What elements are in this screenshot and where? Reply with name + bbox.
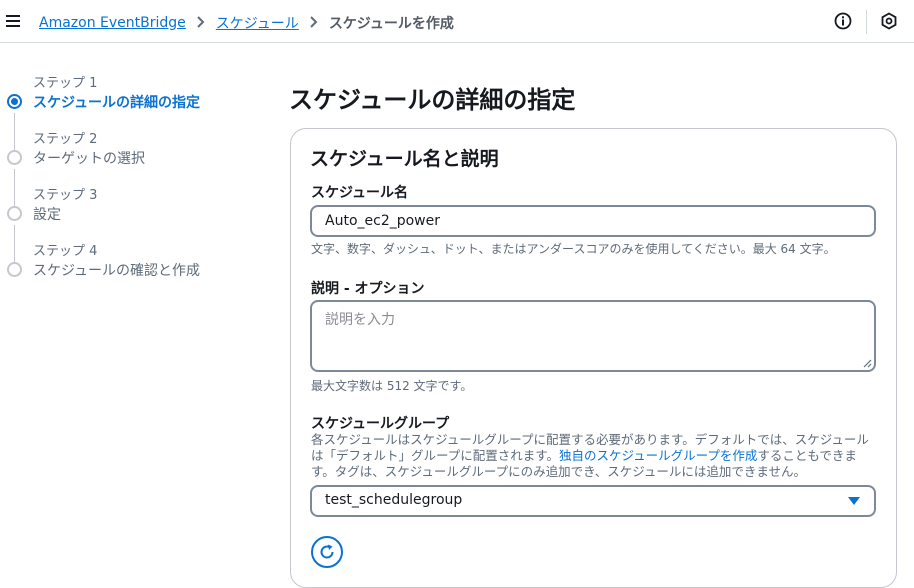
step-title: スケジュールの確認と作成 bbox=[33, 263, 201, 279]
step-connector bbox=[14, 169, 15, 209]
description-placeholder: 説明を入力 bbox=[325, 312, 395, 328]
schedule-group-description: 各スケジュールはスケジュールグループに配置する必要があります。デフォルトでは、ス… bbox=[311, 432, 877, 480]
step-number: ステップ 2 bbox=[33, 132, 98, 147]
description-textarea[interactable]: 説明を入力 bbox=[310, 300, 876, 372]
schedule-group-select[interactable]: test_schedulegroup bbox=[310, 485, 876, 517]
card-title: スケジュール名と説明 bbox=[310, 148, 499, 170]
step-pending-icon bbox=[7, 262, 22, 277]
step-connector bbox=[14, 225, 15, 265]
step-number: ステップ 1 bbox=[33, 76, 98, 91]
create-schedule-group-link[interactable]: 独自のスケジュールグループを作成 bbox=[559, 448, 757, 463]
description-hint: 最大文字数は 512 文字です。 bbox=[311, 379, 473, 393]
step-connector bbox=[14, 113, 15, 153]
breadcrumb-current: スケジュールを作成 bbox=[328, 16, 454, 32]
chevron-right-icon bbox=[186, 15, 216, 31]
breadcrumb-schedule-link[interactable]: スケジュール bbox=[216, 13, 299, 33]
step-pending-icon bbox=[7, 150, 22, 165]
step-pending-icon bbox=[7, 206, 22, 221]
schedule-group-value: test_schedulegroup bbox=[325, 492, 463, 508]
resize-grip-icon[interactable] bbox=[862, 358, 872, 368]
step-number: ステップ 3 bbox=[33, 188, 98, 203]
breadcrumb-eventbridge-link[interactable]: Amazon EventBridge bbox=[39, 15, 186, 31]
info-icon[interactable] bbox=[834, 12, 852, 30]
menu-icon[interactable] bbox=[6, 14, 20, 28]
schedule-name-label: スケジュール名 bbox=[311, 185, 409, 201]
description-label: 説明 - オプション bbox=[311, 281, 425, 297]
schedule-group-label: スケジュールグループ bbox=[311, 416, 450, 432]
chevron-right-icon bbox=[299, 15, 329, 31]
step-title: スケジュールの詳細の指定 bbox=[33, 95, 201, 111]
top-navigation-bar: Amazon EventBridge スケジュール スケジュールを作成 bbox=[0, 0, 914, 43]
caret-down-icon bbox=[848, 497, 860, 505]
step-number: ステップ 4 bbox=[33, 244, 98, 259]
settings-icon[interactable] bbox=[880, 12, 898, 30]
step-current-icon bbox=[7, 94, 22, 109]
step-title: ターゲットの選択 bbox=[33, 151, 145, 167]
breadcrumb: Amazon EventBridge スケジュール スケジュールを作成 bbox=[39, 13, 454, 33]
refresh-button[interactable] bbox=[311, 536, 343, 568]
schedule-name-hint: 文字、数字、ダッシュ、ドット、またはアンダースコアのみを使用してください。最大 … bbox=[311, 242, 836, 256]
refresh-icon bbox=[320, 544, 334, 559]
schedule-name-input[interactable] bbox=[310, 205, 876, 237]
page-title: スケジュールの詳細の指定 bbox=[289, 86, 576, 114]
header-divider bbox=[866, 10, 867, 34]
step-title: 設定 bbox=[33, 207, 61, 223]
